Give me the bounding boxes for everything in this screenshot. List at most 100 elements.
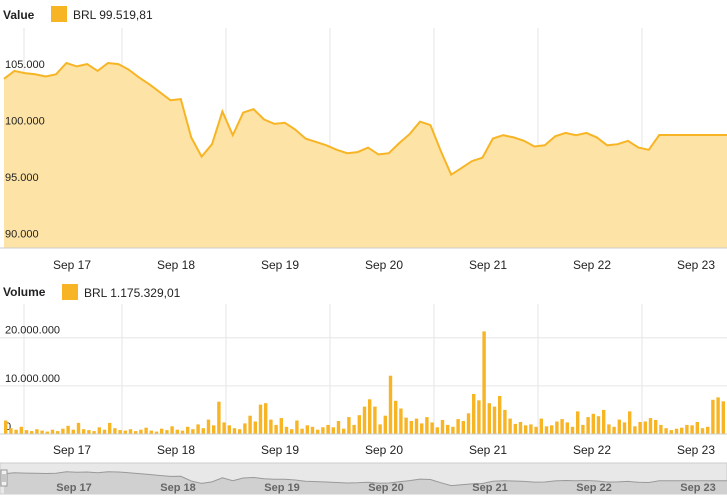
- volume-bar: [279, 418, 283, 434]
- volume-bar: [243, 423, 247, 434]
- volume-bar: [435, 427, 439, 434]
- volume-bar: [373, 406, 377, 434]
- volume-bar: [258, 404, 263, 434]
- value-x-tick-label: Sep 21: [469, 258, 507, 272]
- volume-bar: [248, 415, 252, 434]
- volume-bar: [602, 409, 606, 434]
- volume-bar: [227, 425, 231, 434]
- volume-bar: [300, 428, 304, 434]
- volume-bar: [711, 399, 715, 434]
- volume-bar: [113, 428, 117, 434]
- volume-bar: [544, 426, 549, 434]
- volume-bar: [9, 428, 13, 434]
- volume-bar: [409, 421, 413, 434]
- volume-bar: [586, 417, 590, 434]
- volume-bar: [648, 418, 653, 434]
- volume-bar: [50, 429, 55, 434]
- value-x-tick-label: Sep 20: [365, 258, 403, 272]
- navigator-x-tick-label: Sep 22: [576, 482, 611, 494]
- volume-bar: [212, 425, 216, 434]
- volume-bar: [539, 418, 543, 434]
- volume-bar: [420, 423, 424, 434]
- volume-x-tick-label: Sep 22: [573, 443, 611, 457]
- volume-bar: [352, 424, 356, 434]
- value-area-fill: [4, 63, 727, 248]
- volume-bar: [149, 430, 153, 434]
- volume-bar: [19, 426, 23, 434]
- volume-bar: [565, 422, 569, 434]
- value-legend-label: BRL 99.519,81: [73, 8, 153, 22]
- volume-y-tick-label: 20.000.000: [5, 325, 60, 337]
- volume-chart-title: Volume: [3, 285, 46, 299]
- volume-bar: [347, 417, 351, 434]
- volume-bar: [394, 400, 398, 434]
- volume-legend-label: BRL 1.175.329,01: [84, 286, 181, 300]
- volume-bar: [576, 411, 580, 434]
- volume-bar: [388, 375, 393, 434]
- volume-bar: [414, 418, 419, 434]
- volume-x-tick-label: Sep 20: [365, 443, 403, 457]
- volume-x-tick-label: Sep 19: [261, 443, 299, 457]
- volume-bar: [425, 417, 429, 434]
- volume-bar: [690, 425, 694, 434]
- volume-bar: [191, 429, 195, 434]
- volume-x-tick-label: Sep 21: [469, 443, 507, 457]
- volume-plot: 010.000.00020.000.000Sep 17 Sep 18 Sep 19 S…: [0, 304, 727, 457]
- volume-bar: [612, 426, 616, 434]
- value-x-tick-label: Sep 22: [573, 258, 611, 272]
- volume-legend-swatch: [62, 284, 78, 300]
- volume-bar: [466, 413, 471, 434]
- volume-bar: [534, 426, 538, 434]
- navigator-left-handle[interactable]: [0, 469, 8, 487]
- volume-bar: [524, 425, 528, 434]
- volume-bar: [503, 409, 507, 434]
- volume-bar: [446, 424, 450, 434]
- volume-bar: [399, 408, 403, 434]
- navigator-x-tick-label: Sep 18: [160, 482, 195, 494]
- value-x-tick-label: Sep 23: [677, 258, 715, 272]
- navigator-x-tick-label: Sep 19: [264, 482, 299, 494]
- volume-bar: [695, 422, 699, 434]
- volume-bar: [628, 411, 632, 434]
- volume-bar: [118, 430, 122, 434]
- volume-bar: [35, 429, 39, 434]
- navigator-x-tick-label: Sep 23: [680, 482, 715, 494]
- volume-bar: [310, 426, 315, 434]
- volume-bar: [321, 427, 325, 434]
- volume-bar: [685, 424, 689, 434]
- volume-bar: [498, 396, 502, 434]
- volume-bar: [336, 421, 341, 434]
- volume-bar: [570, 426, 575, 434]
- volume-bar: [274, 424, 278, 434]
- volume-bar: [305, 425, 309, 434]
- volume-bar: [290, 429, 294, 434]
- volume-bar: [66, 425, 70, 434]
- volume-bar: [487, 403, 491, 434]
- volume-bar: [513, 423, 517, 434]
- volume-x-tick-label: Sep 23: [677, 443, 715, 457]
- value-x-tick-label: Sep 18: [157, 258, 195, 272]
- volume-bar: [82, 429, 86, 434]
- volume-bar: [472, 394, 476, 434]
- volume-bar: [196, 424, 200, 434]
- volume-bar: [264, 403, 268, 434]
- volume-bar: [128, 429, 133, 434]
- range-navigator[interactable]: Sep 17 Sep 18 Sep 19 Sep 20 Sep 21 Sep 22 Sep …: [0, 462, 727, 495]
- volume-bar: [316, 429, 320, 434]
- volume-bar: [357, 415, 361, 434]
- volume-bar: [160, 428, 164, 434]
- volume-bar: [669, 430, 673, 434]
- volume-bar: [4, 420, 8, 434]
- volume-bar: [529, 424, 533, 434]
- volume-bar: [654, 420, 658, 434]
- volume-bar: [440, 420, 445, 434]
- volume-bar: [24, 430, 29, 434]
- volume-bar: [477, 400, 481, 434]
- volume-bar: [706, 426, 710, 434]
- value-legend-swatch: [51, 6, 67, 22]
- navigator-x-tick-label: Sep 20: [368, 482, 403, 494]
- volume-bar: [284, 426, 289, 434]
- volume-bar: [217, 401, 221, 434]
- volume-bar: [238, 429, 242, 434]
- volume-bar: [456, 419, 460, 434]
